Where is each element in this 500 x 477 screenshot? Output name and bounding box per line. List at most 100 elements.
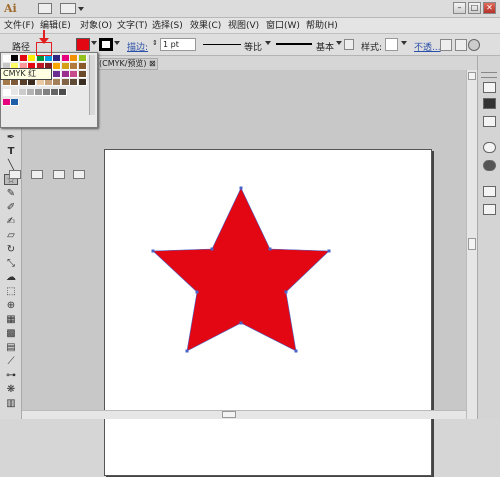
- blend-tool-icon[interactable]: ⊶: [4, 370, 18, 381]
- vertical-scrollbar[interactable]: [466, 70, 477, 419]
- swatch[interactable]: [61, 63, 70, 70]
- menu-file[interactable]: 文件(F): [4, 20, 34, 32]
- preferences-icon[interactable]: [455, 39, 467, 51]
- new-color-group-icon[interactable]: [53, 170, 65, 179]
- swatch[interactable]: [19, 55, 28, 62]
- arrange-documents-icon[interactable]: [60, 3, 76, 14]
- swatch[interactable]: [43, 89, 51, 96]
- color-guide-icon[interactable]: [483, 98, 496, 109]
- restore-button[interactable]: □: [468, 2, 481, 14]
- anchor-point[interactable]: [284, 290, 288, 294]
- chevron-down-icon[interactable]: [401, 41, 407, 45]
- paintbrush-tool-icon[interactable]: ✎: [4, 188, 18, 199]
- anchor-point[interactable]: [210, 247, 214, 251]
- swatch[interactable]: [70, 79, 79, 86]
- swatch[interactable]: [61, 79, 70, 86]
- swatch[interactable]: [70, 55, 79, 62]
- chevron-down-icon[interactable]: [78, 7, 84, 11]
- anchor-point[interactable]: [151, 249, 155, 253]
- stroke-weight-field[interactable]: 1 pt: [160, 38, 196, 51]
- brush-options-icon[interactable]: [344, 39, 354, 50]
- swatch[interactable]: [70, 71, 79, 78]
- close-icon[interactable]: ⊠: [149, 59, 156, 69]
- rotate-tool-icon[interactable]: ↻: [4, 244, 18, 255]
- anchor-point[interactable]: [195, 290, 199, 294]
- grayscale-swatches[interactable]: [3, 89, 69, 96]
- blob-brush-tool-icon[interactable]: ✍: [4, 216, 18, 227]
- opacity-label[interactable]: 不透...: [414, 40, 441, 53]
- swatch[interactable]: [51, 89, 59, 96]
- swatch[interactable]: [11, 79, 20, 86]
- document-setup-icon[interactable]: [440, 39, 452, 51]
- menu-window[interactable]: 窗口(W): [266, 20, 300, 32]
- chevron-down-icon[interactable]: [114, 41, 120, 45]
- swatch[interactable]: [53, 55, 62, 62]
- free-transform-tool-icon[interactable]: ⬚: [4, 286, 18, 297]
- star-shape-canvas[interactable]: [105, 150, 433, 477]
- shape-builder-tool-icon[interactable]: ⊕: [4, 300, 18, 311]
- swatch[interactable]: [11, 99, 19, 106]
- scroll-thumb[interactable]: [222, 411, 236, 418]
- artboard[interactable]: [104, 149, 432, 476]
- mesh-tool-icon[interactable]: ▩: [4, 328, 18, 339]
- swatch[interactable]: [36, 55, 45, 62]
- menu-select[interactable]: 选择(S): [152, 20, 183, 32]
- swatch[interactable]: [35, 89, 43, 96]
- swatch[interactable]: [3, 79, 11, 86]
- swatch[interactable]: [59, 89, 67, 96]
- swatch[interactable]: [53, 79, 62, 86]
- swatch[interactable]: [19, 89, 27, 96]
- swatches-panel-icon[interactable]: [483, 116, 496, 127]
- anchor-point[interactable]: [268, 247, 272, 251]
- close-button[interactable]: ✕: [483, 2, 496, 14]
- show-swatch-kinds-icon[interactable]: [31, 170, 43, 179]
- perspective-tool-icon[interactable]: ▦: [4, 314, 18, 325]
- swatch[interactable]: [78, 79, 87, 86]
- swatch[interactable]: [53, 71, 62, 78]
- swatch[interactable]: [11, 89, 19, 96]
- layers-panel-icon[interactable]: [483, 186, 496, 197]
- swatch[interactable]: [53, 63, 62, 70]
- stroke-label[interactable]: 描边:: [127, 40, 148, 53]
- swatch[interactable]: [70, 63, 79, 70]
- graphic-styles-icon[interactable]: [483, 160, 496, 171]
- swatch[interactable]: [3, 55, 11, 62]
- type-tool-icon[interactable]: T: [4, 146, 18, 157]
- menu-help[interactable]: 帮助(H): [306, 20, 338, 32]
- fill-color-swatch[interactable]: [76, 38, 90, 51]
- swatch[interactable]: [78, 71, 87, 78]
- custom-swatches[interactable]: [3, 99, 23, 106]
- swatch[interactable]: [78, 55, 87, 62]
- anchor-point[interactable]: [327, 249, 331, 253]
- scroll-up-icon[interactable]: [468, 72, 476, 80]
- chevron-down-icon[interactable]: [265, 41, 271, 45]
- pen-tool-icon[interactable]: ✒: [4, 132, 18, 143]
- anchor-point[interactable]: [185, 349, 189, 353]
- minimize-button[interactable]: –: [453, 2, 466, 14]
- pencil-tool-icon[interactable]: ✐: [4, 202, 18, 213]
- swatch[interactable]: [28, 55, 37, 62]
- chevron-down-icon[interactable]: [91, 41, 97, 45]
- appearance-panel-icon[interactable]: [483, 142, 496, 153]
- swatch[interactable]: [28, 79, 37, 86]
- swatch[interactable]: [27, 89, 35, 96]
- menu-view[interactable]: 视图(V): [228, 20, 259, 32]
- grip-icon[interactable]: [481, 72, 497, 78]
- scale-tool-icon[interactable]: ⤡: [4, 258, 18, 269]
- swatch[interactable]: [61, 71, 70, 78]
- swatch-libraries-icon[interactable]: [9, 170, 21, 179]
- stroke-color-swatch[interactable]: [99, 38, 113, 51]
- anchor-point[interactable]: [239, 321, 243, 325]
- eraser-tool-icon[interactable]: ▱: [4, 230, 18, 241]
- anchor-point[interactable]: [239, 186, 243, 190]
- anchor-point[interactable]: [294, 349, 298, 353]
- horizontal-scrollbar[interactable]: [22, 410, 466, 419]
- symbol-sprayer-tool-icon[interactable]: ❋: [4, 384, 18, 395]
- swatch[interactable]: [78, 63, 87, 70]
- artboards-panel-icon[interactable]: [483, 204, 496, 215]
- warp-tool-icon[interactable]: ☁: [4, 272, 18, 283]
- scroll-thumb[interactable]: [468, 238, 476, 250]
- stepper-icon[interactable]: ⇕: [150, 38, 158, 51]
- swatch[interactable]: [61, 55, 70, 62]
- gradient-tool-icon[interactable]: ▤: [4, 342, 18, 353]
